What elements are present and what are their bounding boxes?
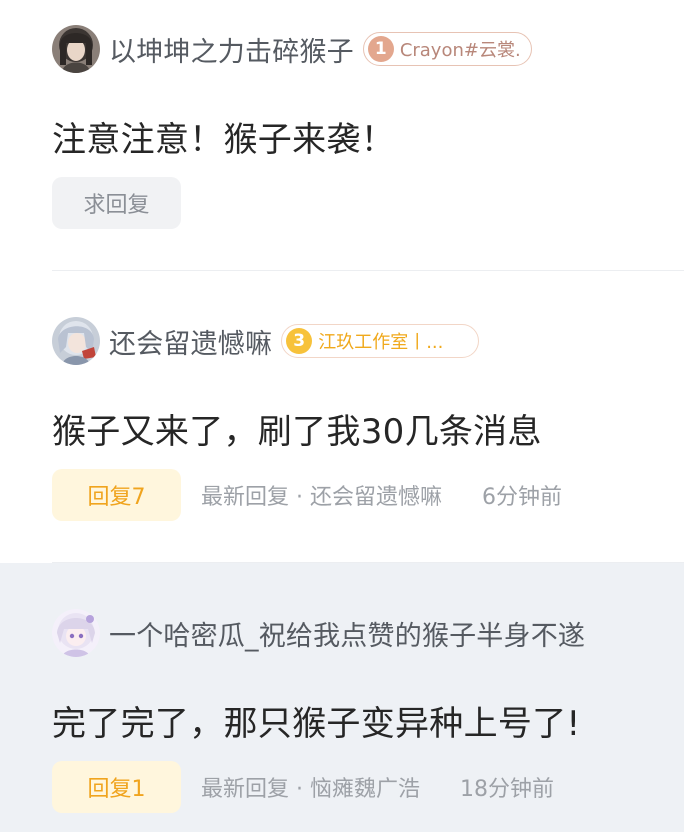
author-name[interactable]: 以坤坤之力击碎猴子 bbox=[109, 30, 354, 69]
comment-actions: 求回复 bbox=[52, 177, 181, 229]
author-row: 一个哈密瓜_祝给我点赞的猴子半身不遂 bbox=[52, 609, 585, 657]
comment-text: 猴子又来了，刷了我30几条消息 bbox=[52, 412, 542, 452]
badge-level: 3 bbox=[286, 328, 313, 354]
author-row: 以坤坤之力击碎猴子 1 Crayon#云裳. bbox=[52, 25, 532, 73]
fan-badge[interactable]: 3 江玖工作室丨... bbox=[281, 324, 480, 358]
timestamp: 6分钟前 bbox=[481, 485, 562, 510]
timestamp: 18分钟前 bbox=[459, 777, 554, 802]
author-name[interactable]: 一个哈密瓜_祝给我点赞的猴子半身不遂 bbox=[109, 614, 585, 653]
author-row: 还会留遗憾嘛 3 江玖工作室丨... bbox=[52, 317, 480, 365]
comment-feed: 以坤坤之力击碎猴子 1 Crayon#云裳. 注意注意！猴子来袭！ 求回复 还会… bbox=[0, 0, 684, 832]
badge-level: 1 bbox=[367, 36, 394, 62]
badge-label: 江玖工作室丨... bbox=[318, 332, 444, 353]
comment-text: 注意注意！猴子来袭！ bbox=[52, 120, 395, 160]
white-haired-anime-girl-avatar[interactable] bbox=[52, 609, 100, 657]
fan-badge[interactable]: 1 Crayon#云裳. bbox=[362, 32, 532, 66]
reply-button[interactable]: 回复1 bbox=[52, 761, 181, 813]
dark-haired-girl-avatar[interactable] bbox=[52, 25, 100, 73]
comment-card-highlighted[interactable]: 一个哈密瓜_祝给我点赞的猴子半身不遂 完了完了，那只猴子变异种上号了! 回复1 … bbox=[0, 563, 684, 832]
reply-button[interactable]: 回复7 bbox=[52, 469, 181, 521]
silver-haired-girl-avatar[interactable] bbox=[52, 317, 100, 365]
comment-actions: 回复7 最新回复 · 还会留遗憾嘛 6分钟前 bbox=[52, 469, 562, 521]
reply-button[interactable]: 求回复 bbox=[52, 177, 181, 229]
comment-text: 完了完了，那只猴子变异种上号了! bbox=[52, 704, 581, 744]
comment-card[interactable]: 以坤坤之力击碎猴子 1 Crayon#云裳. 注意注意！猴子来袭！ 求回复 bbox=[0, 0, 684, 270]
author-name[interactable]: 还会留遗憾嘛 bbox=[109, 322, 272, 361]
comment-actions: 回复1 最新回复 · 恼瘫魏广浩 18分钟前 bbox=[52, 761, 554, 813]
latest-reply[interactable]: 最新回复 · 还会留遗憾嘛 bbox=[201, 479, 442, 511]
latest-reply[interactable]: 最新回复 · 恼瘫魏广浩 bbox=[201, 771, 420, 803]
comment-card[interactable]: 还会留遗憾嘛 3 江玖工作室丨... 猴子又来了，刷了我30几条消息 回复7 最… bbox=[0, 271, 684, 563]
badge-label: Crayon#云裳. bbox=[399, 40, 521, 61]
